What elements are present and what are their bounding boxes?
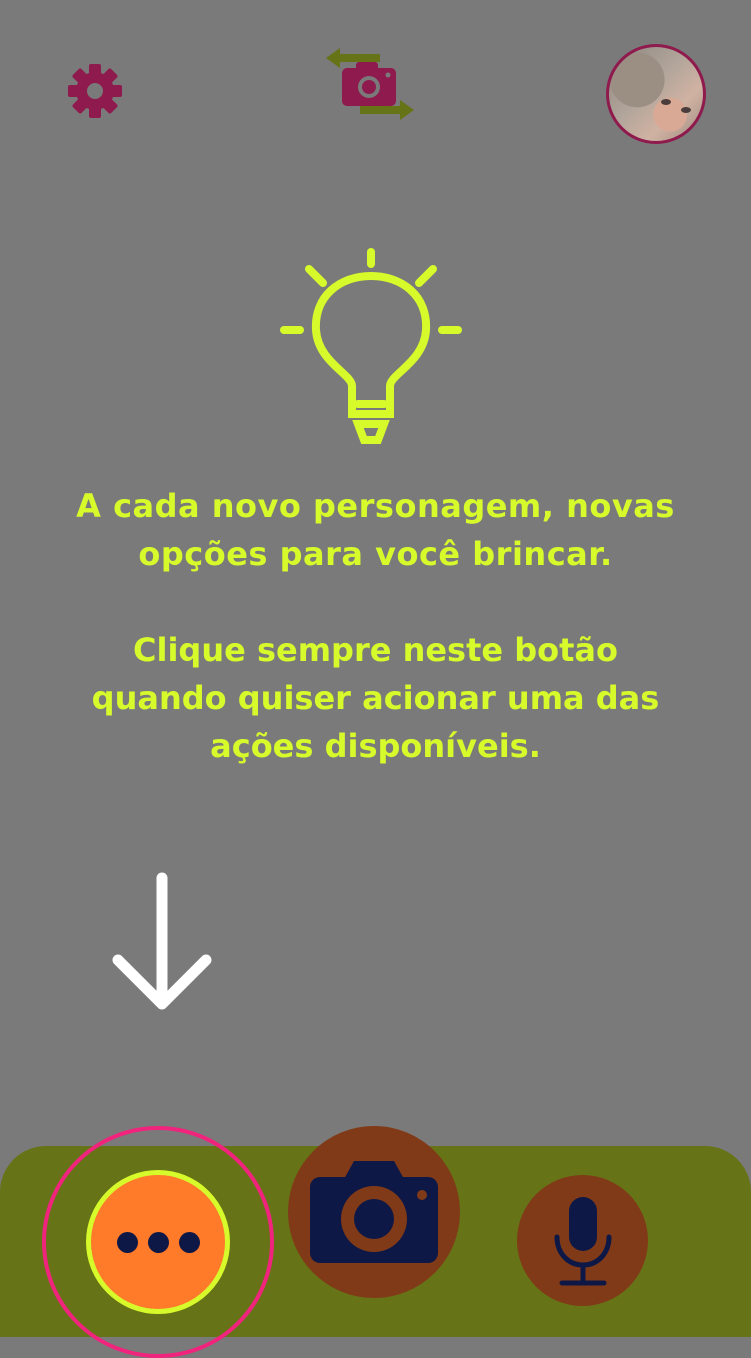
profile-avatar[interactable] [606, 44, 706, 144]
microphone-icon [554, 1196, 611, 1285]
tutorial-instruction-line: quando quiser acionar uma das [91, 679, 660, 717]
arrow-down-icon [112, 872, 212, 1010]
tutorial-message-line: opções para você brincar. [138, 535, 613, 573]
avatar-eye [681, 107, 691, 113]
tutorial-message: A cada novo personagem, novas opções par… [40, 482, 711, 578]
tutorial-instruction-line: Clique sempre neste botão [132, 631, 618, 669]
more-dots-icon [147, 1231, 169, 1253]
camera-button[interactable] [288, 1126, 460, 1298]
lightbulb-icon [280, 248, 462, 444]
camera-icon [310, 1161, 438, 1263]
settings-button[interactable] [66, 62, 124, 120]
switch-camera-icon [326, 48, 414, 120]
more-dots-icon [178, 1231, 200, 1253]
switch-camera-button[interactable] [322, 44, 418, 124]
gear-icon [68, 64, 122, 118]
tutorial-instruction-line: ações disponíveis. [210, 727, 541, 765]
avatar-eye [661, 99, 671, 105]
microphone-button[interactable] [517, 1175, 648, 1306]
tutorial-message-line: A cada novo personagem, novas [76, 487, 675, 525]
more-dots-icon [116, 1231, 138, 1253]
tutorial-instruction: Clique sempre neste botão quando quiser … [40, 626, 711, 770]
more-actions-button[interactable] [86, 1170, 230, 1314]
